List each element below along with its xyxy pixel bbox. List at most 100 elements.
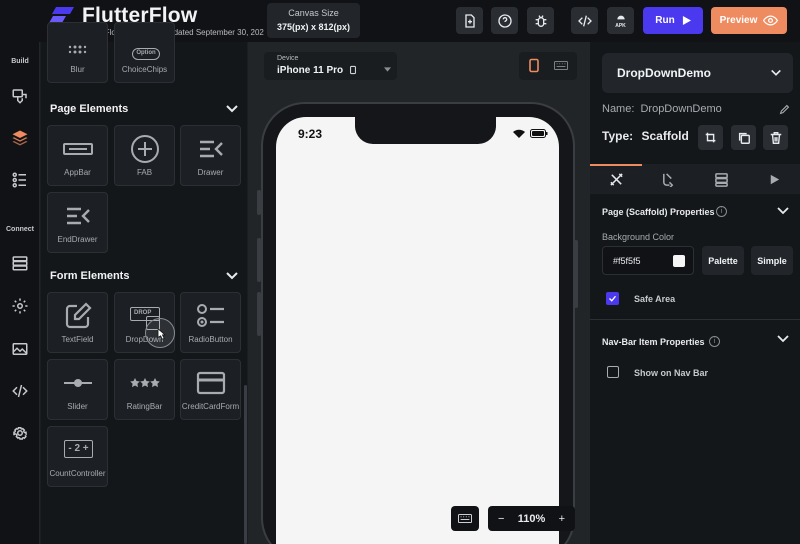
widget-label: Blur	[70, 65, 85, 74]
run-button[interactable]: Run	[643, 7, 703, 34]
textfield-icon	[65, 302, 92, 329]
help-button[interactable]	[491, 7, 518, 34]
delete-page-button[interactable]	[763, 125, 788, 150]
new-page-button[interactable]	[456, 7, 483, 34]
section-divider	[590, 319, 800, 320]
widget-label: Slider	[67, 402, 88, 411]
widget-label: FAB	[136, 168, 153, 177]
convert-page-button[interactable]	[698, 125, 723, 150]
flutterflow-app: Build Connect FlutterFlow FlutterFl	[0, 0, 800, 544]
page-properties-title: Page (Scaffold) Properties	[602, 207, 715, 217]
widget-tile-enddrawer[interactable]: EndDrawer	[47, 192, 108, 253]
countcontroller-icon: - 2 +	[64, 440, 93, 458]
background-color-label: Background Color	[602, 232, 675, 242]
canvas-size-value: 375(px) x 812(px)	[276, 22, 351, 32]
cursor-pointer-icon	[157, 328, 166, 340]
tab-animations[interactable]	[748, 164, 800, 194]
trash-icon	[770, 131, 781, 144]
preview-button[interactable]: Preview	[711, 7, 787, 34]
simple-button[interactable]: Simple	[751, 246, 793, 275]
phone-screen[interactable]	[276, 117, 559, 544]
keyboard-shortcuts-button[interactable]	[451, 506, 479, 531]
custom-code-icon[interactable]	[9, 380, 31, 402]
tab-properties[interactable]	[590, 164, 642, 194]
color-swatch	[673, 255, 685, 267]
widget-label: AppBar	[64, 168, 91, 177]
debug-button[interactable]	[527, 7, 554, 34]
caret-down-icon	[384, 67, 391, 72]
widget-tile-ratingbar[interactable]: RatingBar	[114, 359, 175, 420]
page-selector[interactable]: DropDownDemo	[602, 53, 793, 93]
fab-icon	[131, 135, 159, 163]
widget-label: EndDrawer	[57, 235, 98, 244]
keyboard-mode-icon[interactable]	[554, 61, 568, 70]
widget-label: CountController	[49, 469, 106, 478]
database-icon[interactable]	[9, 252, 31, 274]
new-page-icon	[464, 13, 475, 28]
duplicate-page-button[interactable]	[731, 125, 756, 150]
widget-panel-scrollbar[interactable]	[244, 385, 247, 544]
chevron-down-icon[interactable]	[776, 332, 790, 346]
slider-icon	[64, 379, 92, 387]
run-label: Run	[655, 15, 675, 26]
chevron-down-icon[interactable]	[225, 269, 239, 283]
help-icon	[497, 13, 512, 28]
view-code-button[interactable]	[571, 7, 598, 34]
widget-label: RatingBar	[126, 402, 163, 411]
type-label: Type:	[602, 129, 634, 143]
tab-backend-query[interactable]	[695, 164, 747, 194]
phone-mode-icon[interactable]	[529, 58, 539, 73]
safe-area-checkbox[interactable]	[606, 292, 619, 305]
device-selector[interactable]: Device iPhone 11 Pro	[264, 52, 397, 80]
media-assets-icon[interactable]	[9, 338, 31, 360]
navbar-properties-title: Nav-Bar Item Properties	[602, 337, 705, 347]
theme-icon[interactable]	[9, 85, 31, 107]
zoom-out-button[interactable]: −	[498, 513, 504, 525]
widget-tile-textfield[interactable]: TextField	[47, 292, 108, 353]
widget-tile-creditcardform[interactable]: CreditCardForm	[180, 359, 241, 420]
android-icon	[616, 15, 625, 20]
bug-icon	[535, 14, 546, 27]
widget-tile-choicechips[interactable]: Option ChoiceChips	[114, 22, 175, 83]
copy-icon	[738, 132, 750, 144]
info-icon[interactable]: i	[716, 206, 727, 217]
tab-actions[interactable]	[642, 164, 694, 194]
chevron-down-icon[interactable]	[225, 102, 239, 116]
drawer-icon	[200, 140, 223, 158]
canvas-size-display[interactable]: Canvas Size 375(px) x 812(px)	[267, 3, 360, 38]
canvas-size-label: Canvas Size	[288, 8, 339, 18]
palette-button[interactable]: Palette	[702, 246, 744, 275]
apk-label: APK	[615, 23, 626, 29]
device-value: iPhone 11 Pro	[277, 65, 344, 76]
download-apk-button[interactable]: APK	[607, 7, 634, 34]
left-rail: Build Connect	[0, 0, 40, 544]
code-icon	[577, 15, 592, 26]
backend-query-icon	[714, 172, 728, 187]
zoom-in-button[interactable]: +	[559, 513, 565, 525]
widget-tree-icon[interactable]	[9, 169, 31, 191]
edit-pencil-icon[interactable]	[779, 104, 790, 115]
widget-tile-dropdown[interactable]: DROP DropDown	[114, 292, 175, 353]
page-elements-title: Page Elements	[50, 103, 129, 115]
keyboard-icon	[458, 514, 472, 523]
wifi-icon	[513, 129, 525, 138]
settings-star-icon[interactable]	[9, 295, 31, 317]
show-navbar-checkbox[interactable]	[607, 366, 619, 378]
widget-tile-radiobutton[interactable]: RadioButton	[180, 292, 241, 353]
info-icon[interactable]: i	[709, 336, 720, 347]
widget-tile-appbar[interactable]: AppBar	[47, 125, 108, 186]
widget-label: ChoiceChips	[121, 65, 168, 74]
phone-icon	[350, 65, 356, 75]
appbar-icon	[63, 143, 93, 155]
widget-tile-drawer[interactable]: Drawer	[180, 125, 241, 186]
widget-tile-fab[interactable]: FAB	[114, 125, 175, 186]
settings-icon[interactable]	[9, 422, 31, 444]
background-color-value: #f5f5f5	[613, 256, 641, 266]
widget-tile-countcontroller[interactable]: - 2 + CountController	[47, 426, 108, 487]
widget-tile-slider[interactable]: Slider	[47, 359, 108, 420]
widget-tile-blur[interactable]: Blur	[47, 22, 108, 83]
type-row: Type: Scaffold	[602, 129, 689, 143]
background-color-field[interactable]: #f5f5f5	[602, 246, 694, 275]
widget-layers-icon[interactable]	[9, 127, 31, 149]
chevron-down-icon[interactable]	[776, 204, 790, 218]
